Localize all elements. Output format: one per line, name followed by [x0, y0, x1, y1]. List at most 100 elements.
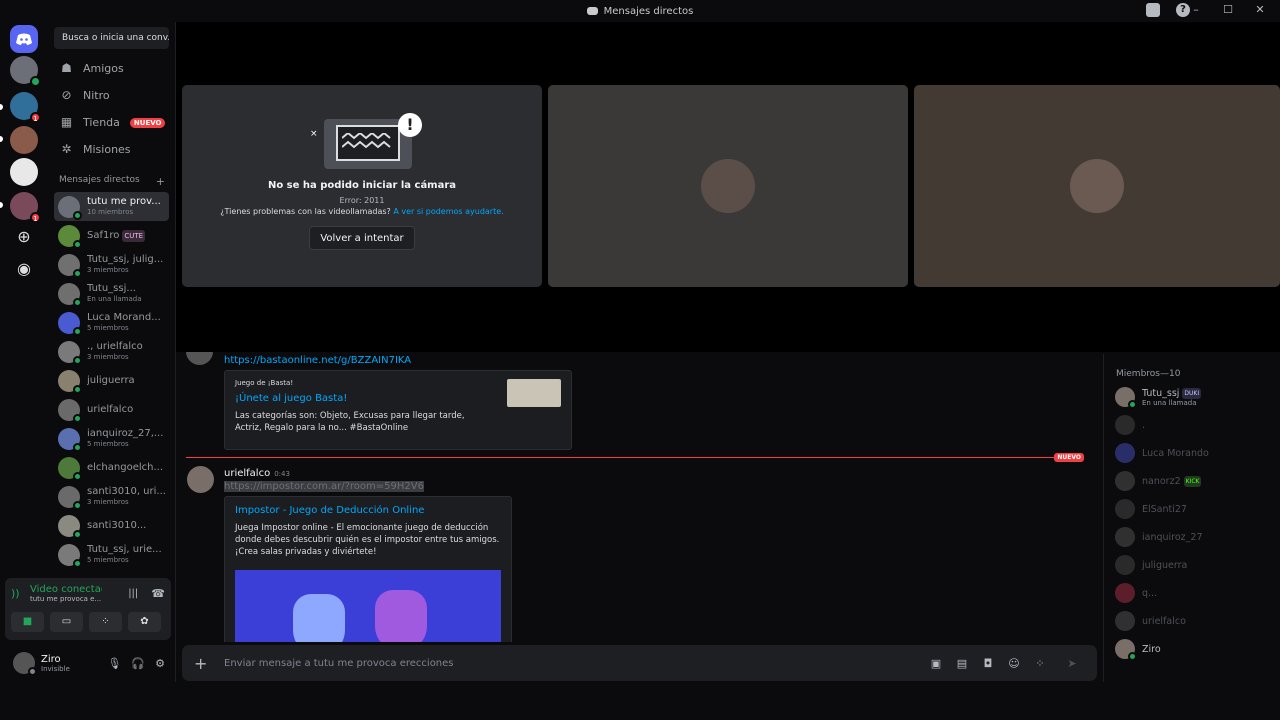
camera-error-code: Error: 2011 [339, 196, 385, 205]
member-item[interactable]: q... [1104, 579, 1280, 607]
apps-icon[interactable]: ⁘ [1027, 657, 1053, 670]
member-item[interactable]: nanorz2 KICK [1104, 467, 1280, 495]
avatar [1115, 555, 1135, 575]
microphone-icon[interactable]: 🎙 [107, 657, 121, 670]
dm-item[interactable]: santi3010, uri... 3 miembros [54, 482, 169, 511]
dm-item[interactable]: juliguerra [54, 366, 169, 395]
basta-embed: Juego de ¡Basta! ¡Únete al juego Basta! … [224, 370, 572, 450]
dm-subtitle: 3 miembros [87, 353, 129, 361]
dm-item[interactable]: ianquiroz_27,... 5 miembros [54, 424, 169, 453]
video-tile[interactable] [914, 85, 1280, 287]
noise-suppression-icon[interactable]: ||| [128, 588, 138, 599]
dm-name: elchangoelch... [87, 461, 164, 473]
avatar [1115, 499, 1135, 519]
embed-thumbnail[interactable] [507, 379, 561, 407]
dm-item[interactable]: elchangoelch... [54, 453, 169, 482]
dm-item[interactable]: ., urielfalco 3 miembros [54, 337, 169, 366]
signal-icon[interactable]: )) [11, 587, 25, 600]
emoji-icon[interactable]: ☺ [1001, 657, 1027, 670]
soundboard-button[interactable]: ✿ [128, 612, 161, 632]
message-input[interactable]: Enviar mensaje a tutu me provoca ereccio… [224, 658, 923, 669]
server-icon[interactable] [10, 126, 38, 154]
nav-friends[interactable]: ☗ Amigos [48, 55, 175, 82]
explore-icon[interactable]: ◉ [10, 254, 38, 282]
gif-icon[interactable]: ▤ [949, 657, 975, 670]
message-link[interactable]: https://bastaonline.net/g/BZZAIN7IKA [224, 355, 411, 366]
dm-item[interactable]: tutu me prov... 10 miembros [54, 192, 169, 221]
home-button[interactable] [10, 25, 38, 53]
settings-icon[interactable]: ⚙ [155, 657, 165, 670]
send-icon[interactable]: ➤ [1059, 657, 1085, 670]
dm-name: Saf1ro [87, 229, 120, 241]
nav-quests[interactable]: ✲ Misiones [48, 136, 175, 163]
close-button[interactable]: ✕ [1252, 3, 1268, 16]
dm-group-icon[interactable] [10, 56, 41, 87]
add-server-icon[interactable]: ⊕ [10, 222, 38, 250]
avatar [1115, 639, 1137, 661]
member-item[interactable]: . [1104, 411, 1280, 439]
dm-subtitle: En una llamada [87, 295, 142, 303]
member-item[interactable]: ElSanti27 [1104, 495, 1280, 523]
member-list-header: Miembros—10 [1116, 369, 1181, 379]
member-items: Tutu_ssj DUKI En una llamada. Luca Morando n… [1104, 383, 1280, 663]
message-link[interactable]: https://impostor.com.ar/?room=59H2V6 [224, 481, 424, 492]
avatar[interactable] [13, 652, 37, 676]
discord-logo-icon [16, 33, 32, 45]
avatar [1115, 471, 1135, 491]
embed-title[interactable]: Impostor - Juego de Deducción Online [235, 505, 501, 516]
member-list: Miembros—10 Tutu_ssj DUKI En una llamada. L… [1103, 354, 1280, 682]
dm-subtitle: 10 miembros [87, 208, 134, 216]
dm-item[interactable]: Tutu_ssj... En una llamada [54, 279, 169, 308]
voice-channel[interactable]: tutu me provoca e... [30, 595, 102, 603]
member-item[interactable]: Luca Morando [1104, 439, 1280, 467]
avatar [58, 369, 82, 394]
avatar [58, 340, 82, 365]
retry-button[interactable]: Volver a intentar [309, 226, 415, 250]
embed-image[interactable] [235, 570, 501, 642]
participant-avatar [1070, 159, 1124, 213]
maximize-button[interactable]: ☐ [1220, 3, 1236, 16]
dm-item[interactable]: Saf1ro CUTE [54, 221, 169, 250]
camera-button[interactable]: ■ [11, 612, 44, 632]
dm-subtitle: 5 miembros [87, 440, 129, 448]
nav-shop[interactable]: ▦ Tienda NUEVO [48, 109, 175, 136]
avatar [58, 398, 82, 423]
member-item[interactable]: juliguerra [1104, 551, 1280, 579]
member-name: juliguerra [1142, 559, 1188, 571]
minimize-button[interactable]: – [1188, 3, 1204, 16]
inbox-icon[interactable] [1146, 3, 1160, 17]
server-icon[interactable]: 1 [10, 92, 41, 123]
member-item[interactable]: ianquiroz_27 [1104, 523, 1280, 551]
add-dm-button[interactable]: + [156, 175, 165, 188]
headphones-icon[interactable]: 🎧 [131, 657, 145, 670]
dm-item[interactable]: Tutu_ssj, julig... 3 miembros [54, 250, 169, 279]
activities-button[interactable]: ⁘ [89, 612, 122, 632]
server-icon[interactable] [10, 158, 38, 186]
avatar [58, 543, 82, 568]
disconnect-icon[interactable]: ☎ [151, 587, 165, 600]
member-item[interactable]: Tutu_ssj DUKI En una llamada [1104, 383, 1280, 411]
dm-item[interactable]: Tutu_ssj, urie... 5 miembros [54, 540, 169, 569]
member-name: . [1142, 419, 1146, 431]
dm-item[interactable]: urielfalco [54, 395, 169, 424]
camera-help-link[interactable]: A ver si podemos ayudarte. [393, 207, 503, 216]
sticker-icon[interactable]: ◘ [975, 657, 1001, 670]
search-input[interactable]: Busca o inicia una conv... [54, 27, 169, 49]
avatar[interactable] [187, 466, 214, 493]
dm-name: urielfalco [87, 403, 134, 415]
nav-nitro[interactable]: ⊘ Nitro [48, 82, 175, 109]
new-badge: NUEVO [129, 117, 166, 128]
video-tile[interactable] [548, 85, 908, 287]
dm-item[interactable]: Luca Morand... 5 miembros [54, 308, 169, 337]
new-messages-divider [186, 457, 1079, 458]
member-item[interactable]: Ziro [1104, 635, 1280, 663]
attach-icon[interactable]: + [194, 654, 214, 673]
member-name: nanorz2 [1142, 475, 1181, 487]
gift-icon[interactable]: ▣ [923, 657, 949, 670]
message-author[interactable]: urielfalco [224, 468, 270, 479]
member-item[interactable]: urielfalco [1104, 607, 1280, 635]
dm-item[interactable]: santi3010... [54, 511, 169, 540]
server-icon[interactable]: 1 [10, 192, 41, 223]
screen-share-button[interactable]: ▭ [50, 612, 83, 632]
avatar[interactable] [186, 352, 213, 365]
